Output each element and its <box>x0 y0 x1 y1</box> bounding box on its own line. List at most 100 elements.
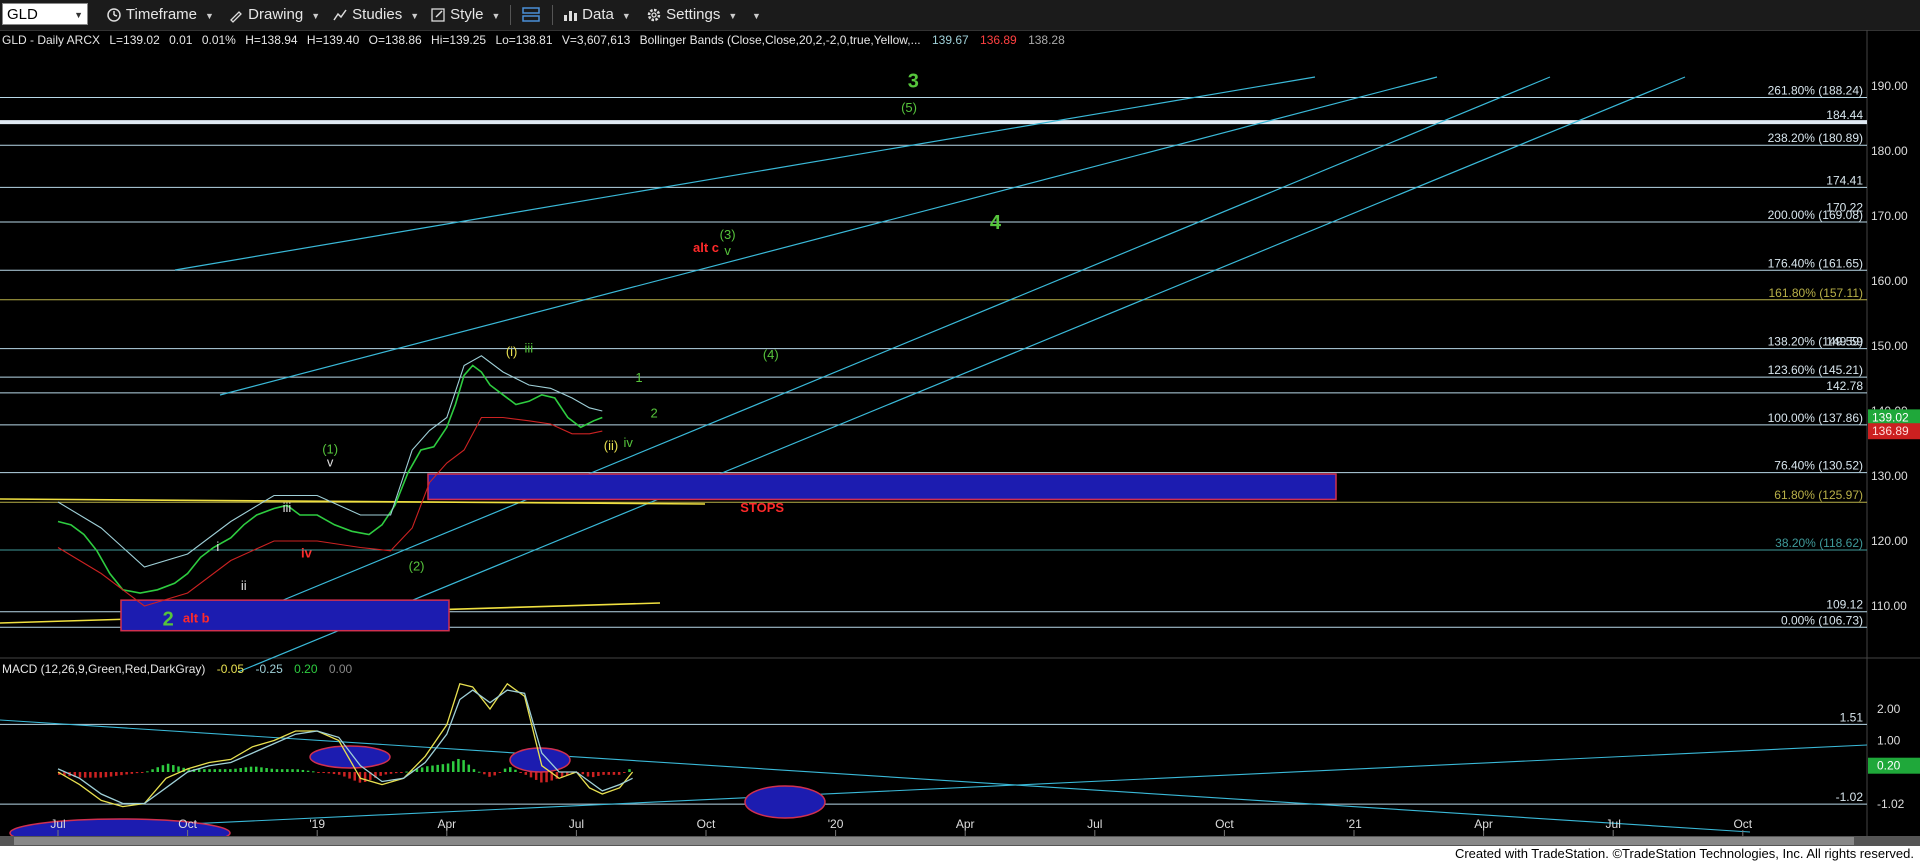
macd-histogram-bar <box>607 772 611 775</box>
wave-label: iv <box>624 435 634 450</box>
macd-histogram-bar <box>208 769 211 772</box>
macd-histogram-bar <box>286 769 289 772</box>
time-axis-label: Apr <box>437 817 456 831</box>
data-menu[interactable]: Data ▼ <box>562 4 631 26</box>
toolbar-divider <box>552 5 553 25</box>
price-header-volume: V=3,607,613 <box>562 33 631 47</box>
wave-label: alt c <box>693 240 719 255</box>
macd-highlight-ellipse <box>309 745 391 769</box>
macd-histogram-bar <box>172 765 175 772</box>
price-header-bb: Bollinger Bands (Close,Close,20,2,-2,0,t… <box>640 33 921 47</box>
macd-histogram-bar <box>89 772 92 778</box>
time-axis-label: Jul <box>569 817 584 831</box>
style-icon <box>431 8 445 22</box>
fib-level-label: 123.60% (145.21) <box>1768 363 1863 377</box>
macd-histogram-bar <box>177 766 180 772</box>
fib-level-label: 76.40% (130.52) <box>1774 459 1863 473</box>
wave-label: (2) <box>409 558 425 573</box>
macd-histogram-bar <box>420 767 424 772</box>
macd-histogram-bar <box>436 764 439 772</box>
time-axis-label: '20 <box>828 817 844 831</box>
toolbar: GLD ▼ Timeframe ▼ Drawing ▼ Studies ▼ Style… <box>0 0 1920 31</box>
clock-icon <box>107 8 121 22</box>
fib-level-label: 38.20% (118.62) <box>1775 536 1863 550</box>
macd-histogram-bar <box>431 765 434 772</box>
layout-button[interactable] <box>522 4 540 26</box>
macd-histogram-bar <box>597 772 600 776</box>
macd-histogram-bar <box>462 760 465 772</box>
chevron-down-icon: ▼ <box>491 11 501 21</box>
macd-histogram-bar <box>166 763 170 772</box>
studies-menu[interactable]: Studies ▼ <box>332 4 419 26</box>
gear-icon <box>647 8 661 22</box>
chevron-down-icon: ▼ <box>205 11 214 21</box>
price-header-open: O=138.86 <box>369 33 422 47</box>
wave-label: (5) <box>901 100 917 115</box>
toolbar-divider <box>510 5 511 25</box>
macd-histogram-bar <box>146 771 149 773</box>
macd-histogram-bar <box>130 772 134 774</box>
time-axis-label: Jul <box>50 817 65 831</box>
wave-label: v <box>724 243 731 258</box>
price-axis-tick: 190.00 <box>1871 79 1908 93</box>
channel-line <box>219 76 1438 396</box>
macd-histogram-bar <box>229 769 232 772</box>
bar-chart-icon <box>564 11 577 22</box>
chart-area[interactable]: 261.80% (188.24)184.44238.20% (180.89)17… <box>0 30 1920 846</box>
chevron-down-icon: ▼ <box>621 11 631 21</box>
time-axis-label: Oct <box>1215 817 1234 831</box>
price-header-hi: Hi=139.25 <box>431 33 486 47</box>
stops-zone-box <box>427 473 1337 501</box>
price-axis-tick: 120.00 <box>1871 534 1908 548</box>
drawing-menu[interactable]: Drawing ▼ <box>228 4 320 26</box>
macd-histogram-bar <box>519 772 522 773</box>
price-badge-label: 139.02 <box>1872 410 1909 424</box>
symbol-selector[interactable]: GLD ▼ <box>2 3 88 25</box>
wave-label: 3 <box>908 70 919 92</box>
wave-label: iv <box>301 545 313 560</box>
macd-histogram-bar <box>254 766 258 772</box>
macd-histogram-bar <box>467 764 471 772</box>
macd-signal-line <box>57 689 633 805</box>
macd-histogram-bar <box>623 772 626 773</box>
wave-label: i <box>216 539 219 554</box>
macd-header-label: MACD (12,26,9,Green,Red,DarkGray) <box>2 662 205 676</box>
price-header-hi-value: H=139.40 <box>307 33 360 47</box>
chevron-down-icon: ▼ <box>74 10 83 20</box>
macd-level-label: 1.51 <box>1840 710 1864 724</box>
macd-histogram-bar <box>275 769 279 772</box>
macd-histogram-bar <box>488 772 491 777</box>
macd-header: MACD (12,26,9,Green,Red,DarkGray) -0.05 … <box>2 662 353 676</box>
macd-level-label: -1.02 <box>1836 790 1864 804</box>
macd-histogram-bar <box>581 772 585 775</box>
time-axis-label: Oct <box>178 817 197 831</box>
macd-histogram-bar <box>301 769 305 772</box>
macd-histogram-bar <box>99 772 102 778</box>
settings-menu[interactable]: Settings ▼ <box>646 4 737 26</box>
macd-histogram-bar <box>280 769 284 772</box>
macd-histogram-bar <box>156 767 159 772</box>
fib-level-label: 100.00% (137.86) <box>1768 411 1863 425</box>
macd-histogram-bar <box>223 769 227 772</box>
macd-header-hist: 0.20 <box>294 662 318 676</box>
price-axis-tick: 130.00 <box>1871 469 1908 483</box>
macd-histogram-bar <box>140 772 144 773</box>
macd-histogram-bar <box>249 766 253 772</box>
macd-histogram-bar <box>312 771 315 773</box>
fib-level-label: 142.78 <box>1826 379 1863 393</box>
macd-axis-tick: 2.00 <box>1877 702 1901 716</box>
macd-histogram-bar <box>197 769 201 772</box>
macd-histogram-bar <box>265 768 268 772</box>
macd-header-signal: -0.25 <box>255 662 283 676</box>
layout-icon <box>522 7 540 22</box>
price-header-change-pct: 0.01% <box>202 33 236 47</box>
style-menu[interactable]: Style ▼ <box>430 4 500 26</box>
macd-histogram-bar <box>379 772 382 776</box>
timeframe-menu[interactable]: Timeframe ▼ <box>106 4 214 26</box>
macd-histogram-bar <box>524 772 528 775</box>
macd-histogram-bar <box>306 770 310 772</box>
macd-histogram-bar <box>343 772 346 777</box>
wave-label: iii <box>525 341 534 356</box>
macd-histogram-bar <box>109 772 113 777</box>
more-button[interactable]: ▼ <box>744 4 761 26</box>
